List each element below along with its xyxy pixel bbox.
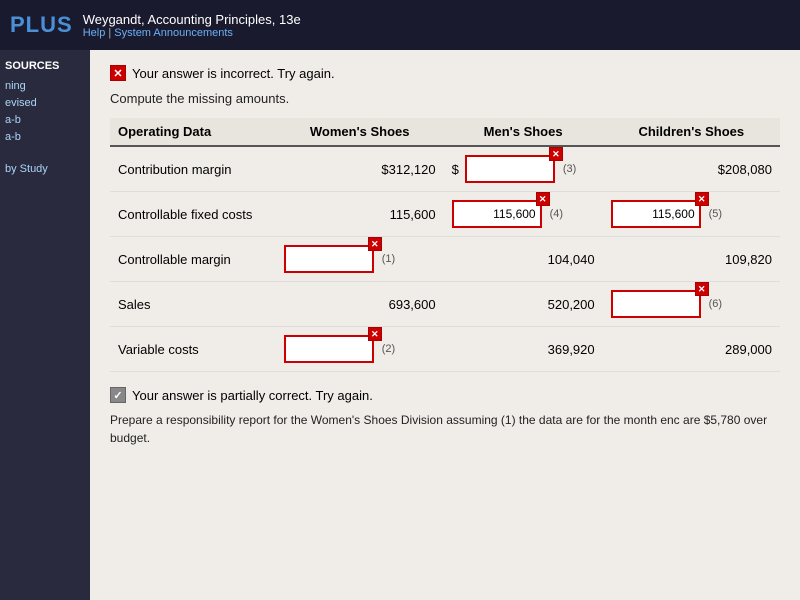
label-4: (4) — [550, 208, 563, 220]
sidebar-resources-label: SOURCES — [5, 60, 85, 72]
input-error-badge-2: ✕ — [368, 327, 382, 341]
men-fixed-input-cell: ✕ (4) — [444, 192, 603, 237]
feedback-incorrect-text: Your answer is incorrect. Try again. — [132, 66, 335, 81]
children-variable-value: 289,000 — [603, 327, 780, 372]
app-logo: PLUS — [10, 12, 73, 38]
women-margin-input-cell: ✕ (1) — [276, 237, 444, 282]
sidebar-by-study: by Study — [5, 163, 85, 175]
input-field-1[interactable] — [284, 245, 374, 273]
input-field-2[interactable] — [284, 335, 374, 363]
sidebar-item-ab2[interactable]: a-b — [5, 131, 85, 143]
accounting-table: Operating Data Women's Shoes Men's Shoes… — [110, 118, 780, 372]
row-label-contribution-margin: Contribution margin — [110, 146, 276, 192]
label-6: (6) — [709, 298, 722, 310]
table-row: Controllable fixed costs 115,600 ✕ (4) — [110, 192, 780, 237]
feedback-partial-bar: ✓ Your answer is partially correct. Try … — [110, 387, 780, 403]
input-wrapper-3: ✕ — [465, 155, 555, 183]
label-5: (5) — [709, 208, 722, 220]
row-label-controllable-fixed: Controllable fixed costs — [110, 192, 276, 237]
label-2: (2) — [382, 343, 395, 355]
children-sales-input-cell: ✕ (6) — [603, 282, 780, 327]
row-label-controllable-margin: Controllable margin — [110, 237, 276, 282]
row-label-sales: Sales — [110, 282, 276, 327]
input-error-badge-5: ✕ — [695, 192, 709, 206]
input-field-5[interactable] — [611, 200, 701, 228]
children-fixed-input-cell: ✕ (5) — [603, 192, 780, 237]
men-sales-value: 520,200 — [444, 282, 603, 327]
women-sales-value: 693,600 — [276, 282, 444, 327]
col-header-operating: Operating Data — [110, 118, 276, 146]
men-contribution-input-cell: $ ✕ (3) — [444, 146, 603, 192]
sidebar-item-revised[interactable]: evised — [5, 97, 85, 109]
input-wrapper-1: ✕ — [284, 245, 374, 273]
input-field-3[interactable] — [465, 155, 555, 183]
main-layout: SOURCES ning evised a-b a-b by Study ✕ Y… — [0, 50, 800, 600]
women-fixed-value: 115,600 — [276, 192, 444, 237]
input-error-badge-3: ✕ — [549, 147, 563, 161]
children-contribution-value: $208,080 — [603, 146, 780, 192]
help-link[interactable]: Help — [83, 27, 106, 39]
partial-icon: ✓ — [110, 387, 126, 403]
input-wrapper-4: ✕ — [452, 200, 542, 228]
row-label-variable-costs: Variable costs — [110, 327, 276, 372]
input-error-badge-1: ✕ — [368, 237, 382, 251]
label-3: (3) — [563, 163, 576, 175]
children-margin-value: 109,820 — [603, 237, 780, 282]
sidebar-item-ning[interactable]: ning — [5, 80, 85, 92]
sidebar: SOURCES ning evised a-b a-b by Study — [0, 50, 90, 600]
table-row: Sales 693,600 520,200 ✕ (6) — [110, 282, 780, 327]
announcements-link[interactable]: System Announcements — [114, 27, 233, 39]
label-1: (1) — [382, 253, 395, 265]
input-error-badge-4: ✕ — [536, 192, 550, 206]
table-row: Controllable margin ✕ (1) 104,040 109,82… — [110, 237, 780, 282]
col-header-children: Children's Shoes — [603, 118, 780, 146]
col-header-women: Women's Shoes — [276, 118, 444, 146]
incorrect-icon: ✕ — [110, 65, 126, 81]
input-wrapper-6: ✕ — [611, 290, 701, 318]
sidebar-item-ab1[interactable]: a-b — [5, 114, 85, 126]
input-field-6[interactable] — [611, 290, 701, 318]
men-variable-value: 369,920 — [444, 327, 603, 372]
col-header-men: Men's Shoes — [444, 118, 603, 146]
dollar-sign-3: $ — [452, 162, 459, 177]
men-margin-value: 104,040 — [444, 237, 603, 282]
women-variable-input-cell: ✕ (2) — [276, 327, 444, 372]
book-title: Weygandt, Accounting Principles, 13e — [83, 12, 301, 27]
feedback-incorrect-bar: ✕ Your answer is incorrect. Try again. — [110, 65, 780, 81]
input-field-4[interactable] — [452, 200, 542, 228]
women-contribution-value: $312,120 — [276, 146, 444, 192]
input-wrapper-2: ✕ — [284, 335, 374, 363]
input-error-badge-6: ✕ — [695, 282, 709, 296]
top-links: Help | System Announcements — [83, 27, 301, 39]
input-wrapper-5: ✕ — [611, 200, 701, 228]
top-bar: PLUS Weygandt, Accounting Principles, 13… — [0, 0, 800, 50]
table-row: Variable costs ✕ (2) 369,920 289,000 — [110, 327, 780, 372]
feedback-partial-text: Your answer is partially correct. Try ag… — [132, 388, 373, 403]
table-row: Contribution margin $312,120 $ ✕ (3) $20… — [110, 146, 780, 192]
bottom-instruction: Prepare a responsibility report for the … — [110, 411, 780, 447]
instruction-text: Compute the missing amounts. — [110, 91, 780, 106]
content-area: ✕ Your answer is incorrect. Try again. C… — [90, 50, 800, 600]
